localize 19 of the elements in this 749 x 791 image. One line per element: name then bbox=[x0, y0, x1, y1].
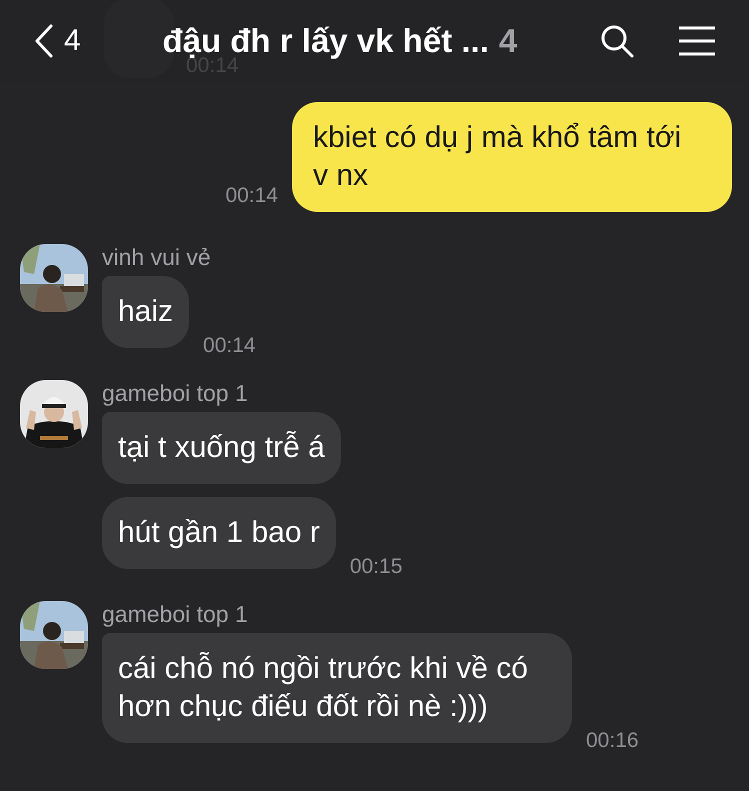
chevron-left-icon bbox=[34, 24, 54, 58]
unread-count: 4 bbox=[64, 24, 81, 58]
message-bubble: cái chỗ nó ngồi trước khi về có hơn chục điếu đốt rồi nè :))) bbox=[102, 633, 572, 743]
menu-icon[interactable] bbox=[677, 25, 717, 57]
search-icon[interactable] bbox=[599, 23, 635, 59]
message-time: 00:15 bbox=[350, 555, 402, 579]
message-bubble: kbiet có dụ j mà khổ tâm tới v nx bbox=[292, 102, 732, 212]
sender-name: vinh vui vẻ bbox=[102, 244, 212, 271]
back-button[interactable]: 4 bbox=[34, 24, 81, 58]
chat-title: đậu đh r lấy vk hết ... bbox=[162, 22, 489, 59]
sender-name: gameboi top 1 bbox=[102, 380, 249, 407]
message-time: 00:14 bbox=[203, 334, 256, 358]
message-bubble: hút gần 1 bao r bbox=[102, 497, 336, 569]
sender-name: gameboi top 1 bbox=[102, 601, 249, 628]
message-bubble: haiz bbox=[102, 276, 190, 348]
member-count: 4 bbox=[498, 22, 518, 60]
message-time: 00:14 bbox=[225, 184, 278, 208]
message-bubble: tại t xuống trễ á bbox=[102, 412, 341, 484]
message-time: 00:16 bbox=[586, 729, 639, 753]
